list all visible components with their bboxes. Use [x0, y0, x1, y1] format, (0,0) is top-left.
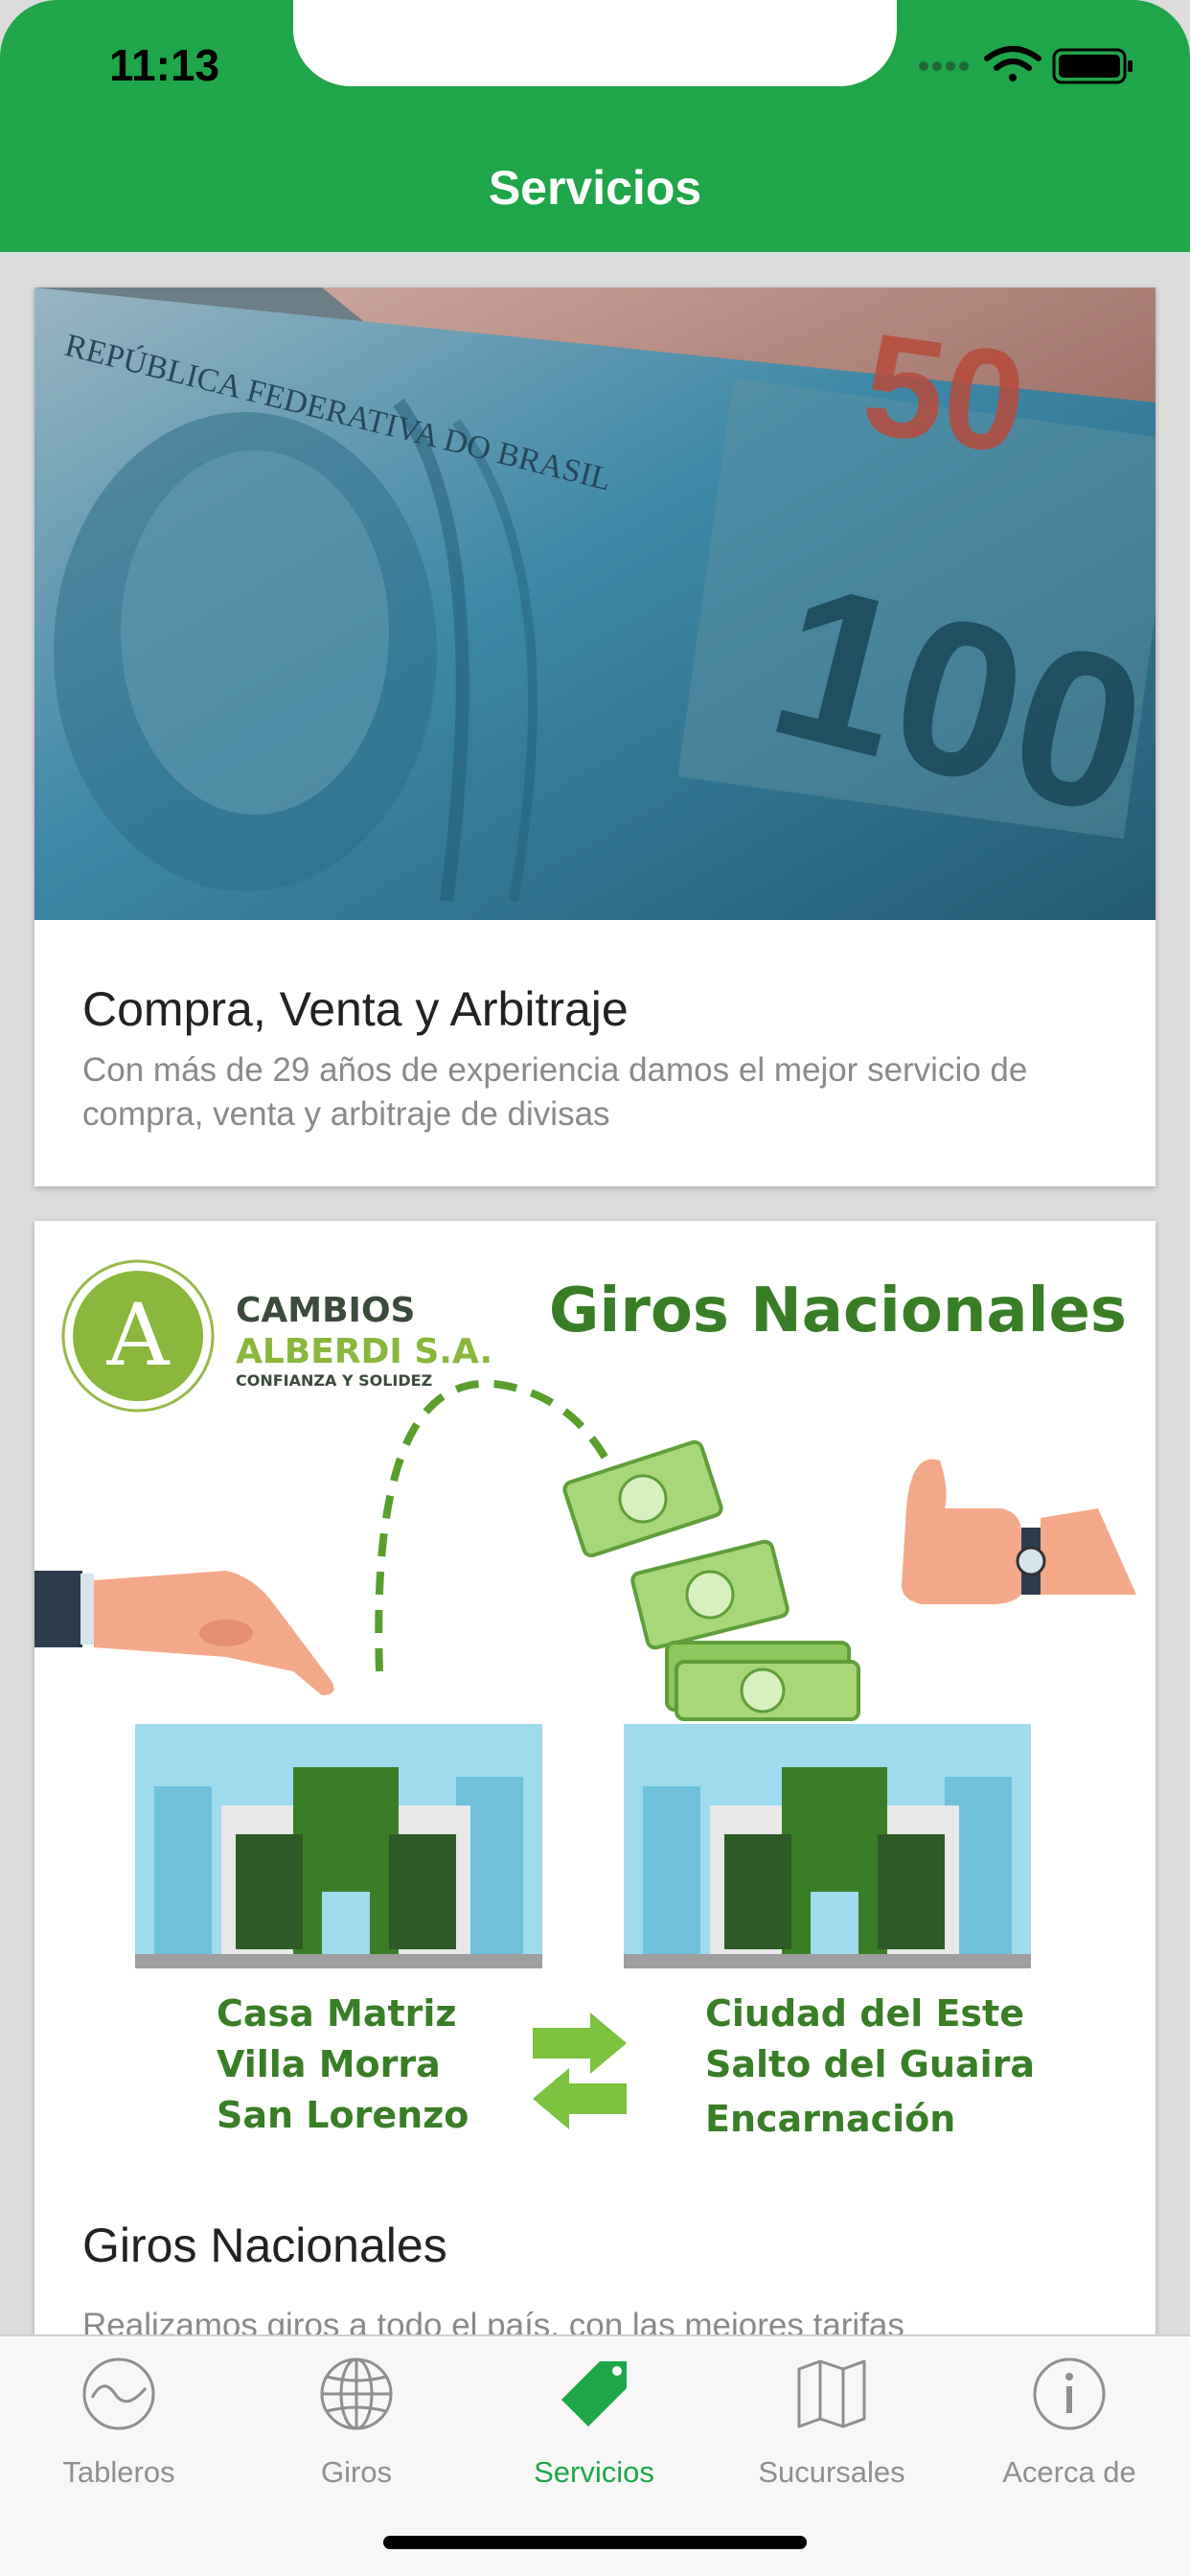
giros-nacionales-image: A CAMBIOS ALBERDI S.A. CONFIANZA Y SOLID… — [34, 1221, 1156, 2179]
tab-label: Giros — [320, 2455, 393, 2489]
tab-giros[interactable]: Giros — [238, 2356, 475, 2499]
card-title: Compra, Venta y Arbitraje — [82, 982, 629, 1036]
svg-text:A: A — [106, 1285, 171, 1386]
tab-tableros[interactable]: Tableros — [0, 2356, 238, 2499]
tableros-icon — [82, 2358, 155, 2430]
tab-label: Acerca de — [1002, 2455, 1136, 2489]
building-right — [624, 1724, 1031, 1968]
building-left — [135, 1724, 542, 1968]
wifi-icon — [984, 46, 1041, 81]
svg-text:Giros Nacionales: Giros Nacionales — [549, 1276, 1127, 1346]
svg-text:50: 50 — [855, 302, 1036, 484]
map-icon — [797, 2359, 866, 2428]
banknotes-image: REPÚBLICA FEDERATIVA DO BRASIL 50 100 — [34, 288, 1156, 920]
service-card-compra-venta[interactable]: REPÚBLICA FEDERATIVA DO BRASIL 50 100 Co… — [34, 288, 1156, 1186]
tab-label: Sucursales — [758, 2455, 905, 2489]
tab-label: Servicios — [534, 2455, 654, 2489]
svg-text:ALBERDI S.A.: ALBERDI S.A. — [236, 1332, 492, 1371]
card-description: Con más de 29 años de experiencia damos … — [82, 1051, 1028, 1133]
card-title: Giros Nacionales — [82, 2219, 447, 2272]
page-title: Servicios — [488, 161, 702, 215]
svg-text:CONFIANZA Y SOLIDEZ: CONFIANZA Y SOLIDEZ — [236, 1371, 432, 1390]
home-indicator — [383, 2536, 807, 2549]
svg-text:CAMBIOS: CAMBIOS — [236, 1291, 415, 1330]
svg-text:Casa Matriz Villa Morra: Casa Matriz Villa Morra San Lorenzo — [217, 1992, 469, 2136]
header: 11:13 Servicios — [0, 0, 1190, 252]
tab-acerca-de[interactable]: Acerca de — [950, 2356, 1188, 2499]
info-icon — [1033, 2358, 1106, 2430]
status-icons — [919, 46, 1133, 84]
signal-icon — [919, 61, 969, 71]
battery-icon — [1052, 48, 1133, 84]
status-time: 11:13 — [109, 40, 220, 90]
device-notch — [293, 0, 897, 86]
tab-label: Tableros — [62, 2455, 175, 2489]
globe-icon — [320, 2358, 393, 2430]
tab-servicios[interactable]: Servicios — [475, 2356, 713, 2499]
tab-sucursales[interactable]: Sucursales — [713, 2356, 950, 2499]
tag-icon — [561, 2361, 627, 2426]
